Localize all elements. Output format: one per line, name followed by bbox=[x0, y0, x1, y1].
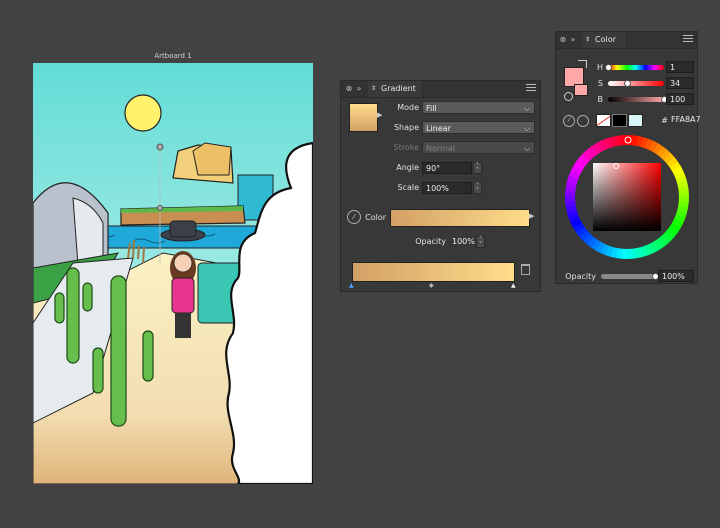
eyedropper-icon[interactable]: ⁄ bbox=[563, 115, 575, 127]
artboard-illustration bbox=[33, 63, 313, 484]
chevron-down-icon: ⌵ bbox=[523, 104, 530, 113]
gradient-handle-start[interactable] bbox=[156, 143, 164, 151]
gradient-handle-mid[interactable] bbox=[157, 205, 163, 211]
swatch-expand-icon[interactable]: ▶ bbox=[377, 111, 382, 119]
shape-label: Shape bbox=[393, 123, 419, 132]
b-label: B bbox=[597, 95, 604, 104]
gradient-tab-label: Gradient bbox=[381, 84, 416, 93]
opacity-stepper[interactable]: ˄ ˅ bbox=[476, 236, 485, 248]
angle-input[interactable]: 90° bbox=[422, 162, 472, 174]
artboard-canvas[interactable] bbox=[33, 63, 313, 484]
color-wheel[interactable] bbox=[563, 133, 691, 261]
scale-input[interactable]: 100% bbox=[422, 182, 472, 194]
eyedropper-icon[interactable]: ⁄ bbox=[347, 210, 361, 224]
close-icon[interactable]: ⊗ bbox=[558, 35, 568, 45]
stroke-value: Normal bbox=[426, 144, 455, 153]
chevron-down-icon: ⌵ bbox=[523, 144, 530, 153]
no-color-swatch[interactable] bbox=[596, 114, 611, 127]
fill-mode-radio[interactable] bbox=[564, 92, 573, 101]
close-icon[interactable]: ⊗ bbox=[344, 84, 354, 94]
scale-label: Scale bbox=[397, 183, 419, 192]
saturation-slider-knob[interactable] bbox=[623, 80, 631, 87]
gradient-panel-tabbar: ⊗ » ⇕ Gradient bbox=[341, 81, 540, 98]
brightness-overlay[interactable] bbox=[593, 163, 661, 231]
gradient-panel: ⊗ » ⇕ Gradient ▶ Mode Fill ⌵ Shape Linea… bbox=[340, 80, 541, 292]
gradient-midpoint[interactable]: ◆ bbox=[429, 282, 434, 289]
collapse-icon[interactable]: » bbox=[568, 35, 578, 45]
shape-dropdown[interactable]: Linear ⌵ bbox=[422, 121, 535, 134]
panel-menu-icon[interactable] bbox=[683, 35, 693, 44]
saturation-slider[interactable] bbox=[608, 81, 664, 86]
color-bar-expand-icon[interactable]: ▶ bbox=[529, 212, 534, 220]
hex-input[interactable]: FFA8A7 bbox=[671, 115, 701, 124]
angle-stepper[interactable]: ˄ ˅ bbox=[473, 162, 482, 174]
h-input[interactable]: 1 bbox=[666, 61, 694, 73]
opacity-slider[interactable] bbox=[601, 274, 655, 279]
angle-label: Angle bbox=[396, 163, 419, 172]
tab-color[interactable]: ⇕ Color bbox=[582, 32, 627, 48]
tab-gradient[interactable]: ⇕ Gradient bbox=[368, 81, 423, 97]
swap-colors-icon[interactable] bbox=[578, 60, 587, 68]
stroke-label: Stroke bbox=[393, 143, 420, 152]
color-tab-label: Color bbox=[595, 35, 616, 44]
mode-dropdown[interactable]: Fill ⌵ bbox=[422, 101, 535, 114]
h-label: H bbox=[596, 63, 603, 72]
s-label: S bbox=[597, 79, 603, 88]
mode-value: Fill bbox=[426, 104, 437, 113]
hue-slider[interactable] bbox=[608, 65, 664, 70]
color-mode-circle-icon[interactable] bbox=[577, 115, 589, 127]
hue-ring-segment[interactable] bbox=[565, 196, 576, 203]
color-panel-tabbar: ⊗ » ⇕ Color bbox=[556, 32, 697, 49]
artboard-title: Artboard 1 bbox=[154, 52, 192, 60]
sort-arrows-icon: ⇕ bbox=[371, 85, 377, 92]
s-input[interactable]: 34 bbox=[666, 77, 694, 89]
hex-prefix: # bbox=[661, 116, 668, 125]
gradient-stop-end[interactable]: ▲ bbox=[511, 282, 516, 289]
black-color-swatch[interactable] bbox=[612, 114, 627, 127]
mode-label: Mode bbox=[397, 103, 419, 112]
panel-menu-icon[interactable] bbox=[526, 84, 536, 93]
stroke-dropdown: Normal ⌵ bbox=[422, 141, 535, 154]
b-input[interactable]: 100 bbox=[666, 93, 694, 105]
gradient-stop-start[interactable]: ▲ bbox=[349, 282, 354, 289]
opacity-label: Opacity bbox=[565, 272, 596, 281]
brightness-slider[interactable] bbox=[608, 97, 664, 102]
trash-icon[interactable] bbox=[521, 264, 530, 275]
hue-ring-segment[interactable] bbox=[626, 248, 633, 259]
mesa-rock-front bbox=[192, 142, 232, 176]
opacity-label: Opacity bbox=[415, 237, 446, 246]
color-label: Color bbox=[365, 213, 386, 222]
hue-ring-segment[interactable] bbox=[678, 191, 689, 198]
sun bbox=[124, 94, 162, 132]
sort-arrows-icon: ⇕ bbox=[585, 36, 591, 43]
scale-stepper[interactable]: ˄ ˅ bbox=[473, 182, 482, 194]
chevron-down-icon: ⌵ bbox=[523, 124, 530, 133]
stroke-color-swatch[interactable] bbox=[574, 84, 588, 96]
gradient-ramp[interactable] bbox=[352, 262, 515, 282]
light-cyan-swatch[interactable] bbox=[628, 114, 643, 127]
opacity-input[interactable]: 100% bbox=[658, 270, 694, 282]
shape-value: Linear bbox=[426, 124, 451, 133]
collapse-icon[interactable]: » bbox=[354, 84, 364, 94]
hue-slider-knob[interactable] bbox=[604, 64, 612, 71]
opacity-input[interactable]: 100% bbox=[449, 236, 475, 248]
gradient-preview-swatch[interactable] bbox=[349, 103, 378, 132]
color-panel: ⊗ » ⇕ Color H 1 S 34 B 100 ⁄ # FFA8A7 Op… bbox=[555, 31, 701, 284]
gradient-color-bar[interactable] bbox=[390, 209, 530, 227]
